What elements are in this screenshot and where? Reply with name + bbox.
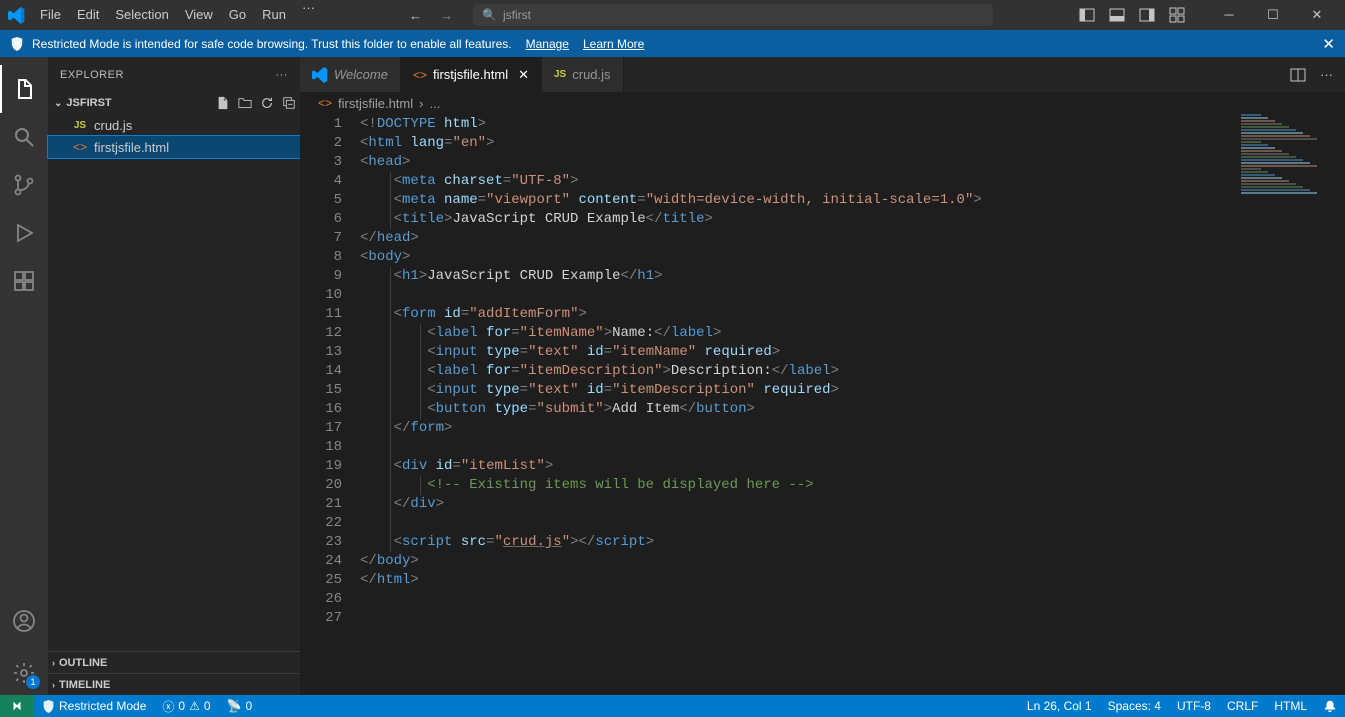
- error-icon: ⓧ: [162, 698, 174, 715]
- nav-forward-icon[interactable]: →: [440, 8, 453, 23]
- folder-name: JSFIRST: [66, 97, 111, 109]
- file-label: crud.js: [94, 118, 132, 133]
- file-label: firstjsfile.html: [94, 140, 169, 155]
- new-folder-icon[interactable]: [238, 96, 252, 110]
- tab-welcome[interactable]: Welcome: [300, 57, 401, 92]
- toggle-secondary-sidebar-icon[interactable]: [1139, 7, 1155, 23]
- nav-arrows: ← →: [409, 8, 473, 23]
- new-file-icon[interactable]: [216, 96, 230, 110]
- shield-icon: [10, 37, 24, 51]
- breadcrumb-separator: ›: [419, 96, 423, 111]
- outline-section[interactable]: › OUTLINE: [48, 651, 300, 673]
- breadcrumb-rest: ...: [429, 96, 440, 111]
- activity-account-icon[interactable]: [0, 597, 48, 645]
- split-editor-icon[interactable]: [1290, 67, 1306, 83]
- window-maximize-icon[interactable]: ☐: [1251, 0, 1295, 30]
- outline-label: OUTLINE: [59, 657, 107, 669]
- banner-close-icon[interactable]: ✕: [1322, 35, 1335, 53]
- menu-file[interactable]: File: [32, 0, 69, 30]
- line-numbers: 1234567891011121314151617181920212223242…: [300, 114, 360, 695]
- activity-explorer-icon[interactable]: [0, 65, 48, 113]
- menu-go[interactable]: Go: [221, 0, 254, 30]
- menu-view[interactable]: View: [177, 0, 221, 30]
- search-icon: 🔍: [482, 8, 497, 22]
- sidebar-more-icon[interactable]: ···: [276, 69, 289, 81]
- timeline-label: TIMELINE: [59, 679, 110, 691]
- menu-more-icon[interactable]: ···: [294, 0, 323, 30]
- file-list: JS crud.js <> firstjsfile.html: [48, 114, 300, 158]
- banner-manage-link[interactable]: Manage: [526, 37, 569, 51]
- status-bar: Restricted Mode ⓧ0 ⚠0 📡0 Ln 26, Col 1 Sp…: [0, 695, 1345, 717]
- code-area[interactable]: <!DOCTYPE html><html lang="en"><head> <m…: [360, 114, 1345, 695]
- command-center[interactable]: 🔍 jsfirst: [473, 4, 993, 26]
- tab-crud-js[interactable]: JS crud.js: [542, 57, 624, 92]
- chevron-down-icon: ⌄: [54, 98, 62, 109]
- customize-layout-icon[interactable]: [1169, 7, 1185, 23]
- status-eol[interactable]: CRLF: [1219, 699, 1266, 713]
- app-logo: [0, 7, 32, 24]
- timeline-section[interactable]: › TIMELINE: [48, 673, 300, 695]
- toggle-primary-sidebar-icon[interactable]: [1079, 7, 1095, 23]
- refresh-icon[interactable]: [260, 96, 274, 110]
- banner-learn-link[interactable]: Learn More: [583, 37, 644, 51]
- file-item-firstjsfile-html[interactable]: <> firstjsfile.html: [48, 136, 300, 158]
- tab-label: crud.js: [572, 67, 610, 82]
- banner-text: Restricted Mode is intended for safe cod…: [32, 37, 512, 51]
- sidebar: EXPLORER ··· ⌄ JSFIRST JS crud.js <> fir…: [48, 57, 300, 695]
- js-file-icon: JS: [554, 69, 566, 80]
- status-encoding[interactable]: UTF-8: [1169, 699, 1219, 713]
- status-cursor[interactable]: Ln 26, Col 1: [1019, 699, 1100, 713]
- status-problems[interactable]: ⓧ0 ⚠0: [154, 698, 218, 715]
- html-file-icon: <>: [318, 96, 332, 110]
- radio-tower-icon: 📡: [227, 699, 242, 713]
- status-notifications-icon[interactable]: [1315, 699, 1345, 713]
- status-lang[interactable]: HTML: [1266, 699, 1315, 713]
- activity-settings-icon[interactable]: 1: [0, 651, 48, 695]
- editor[interactable]: 1234567891011121314151617181920212223242…: [300, 114, 1345, 695]
- settings-badge: 1: [26, 675, 40, 689]
- menu-run[interactable]: Run: [254, 0, 294, 30]
- tab-label: firstjsfile.html: [433, 67, 508, 82]
- activity-search-icon[interactable]: [0, 113, 48, 161]
- tab-label: Welcome: [334, 67, 388, 82]
- restricted-mode-banner: Restricted Mode is intended for safe cod…: [0, 30, 1345, 57]
- breadcrumb-file: firstjsfile.html: [338, 96, 413, 111]
- collapse-all-icon[interactable]: [282, 96, 296, 110]
- editor-more-icon[interactable]: ···: [1320, 67, 1333, 82]
- warning-icon: ⚠: [189, 699, 200, 713]
- status-restricted-label: Restricted Mode: [59, 699, 146, 713]
- menu-selection[interactable]: Selection: [107, 0, 176, 30]
- nav-back-icon[interactable]: ←: [409, 8, 422, 23]
- html-file-icon: <>: [413, 68, 427, 82]
- chevron-right-icon: ›: [52, 658, 55, 668]
- file-item-crud-js[interactable]: JS crud.js: [48, 114, 300, 136]
- activity-bar: 1: [0, 57, 48, 695]
- tab-close-icon[interactable]: ✕: [518, 67, 529, 83]
- activity-source-control-icon[interactable]: [0, 161, 48, 209]
- tab-firstjsfile[interactable]: <> firstjsfile.html ✕: [401, 57, 542, 92]
- status-ports[interactable]: 📡0: [219, 699, 261, 713]
- editor-tabs: Welcome <> firstjsfile.html ✕ JS crud.js…: [300, 57, 1345, 92]
- js-file-icon: JS: [72, 120, 88, 131]
- folder-header[interactable]: ⌄ JSFIRST: [48, 92, 300, 114]
- editor-group: Welcome <> firstjsfile.html ✕ JS crud.js…: [300, 57, 1345, 695]
- search-text: jsfirst: [503, 8, 531, 22]
- activity-extensions-icon[interactable]: [0, 257, 48, 305]
- sidebar-title: EXPLORER: [60, 69, 124, 81]
- toggle-panel-icon[interactable]: [1109, 7, 1125, 23]
- sidebar-header: EXPLORER ···: [48, 57, 300, 92]
- html-file-icon: <>: [72, 140, 88, 154]
- status-indent[interactable]: Spaces: 4: [1100, 699, 1169, 713]
- status-restricted-mode[interactable]: Restricted Mode: [34, 699, 154, 713]
- chevron-right-icon: ›: [52, 680, 55, 690]
- main-menu: File Edit Selection View Go Run ···: [32, 0, 323, 30]
- activity-debug-icon[interactable]: [0, 209, 48, 257]
- menu-edit[interactable]: Edit: [69, 0, 107, 30]
- remote-indicator-icon[interactable]: [0, 695, 34, 717]
- window-minimize-icon[interactable]: ─: [1207, 0, 1251, 30]
- window-close-icon[interactable]: ✕: [1295, 0, 1339, 30]
- breadcrumbs[interactable]: <> firstjsfile.html › ...: [300, 92, 1345, 114]
- title-bar: File Edit Selection View Go Run ··· ← → …: [0, 0, 1345, 30]
